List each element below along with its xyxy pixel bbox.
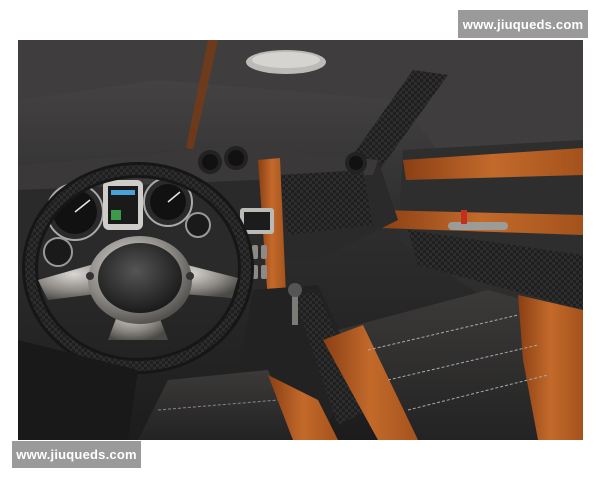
watermark-top: www.jiuqueds.com — [458, 10, 588, 38]
watermark-bottom: www.jiuqueds.com — [12, 441, 141, 468]
car-interior-photo — [18, 40, 583, 440]
door-handle — [448, 222, 508, 230]
